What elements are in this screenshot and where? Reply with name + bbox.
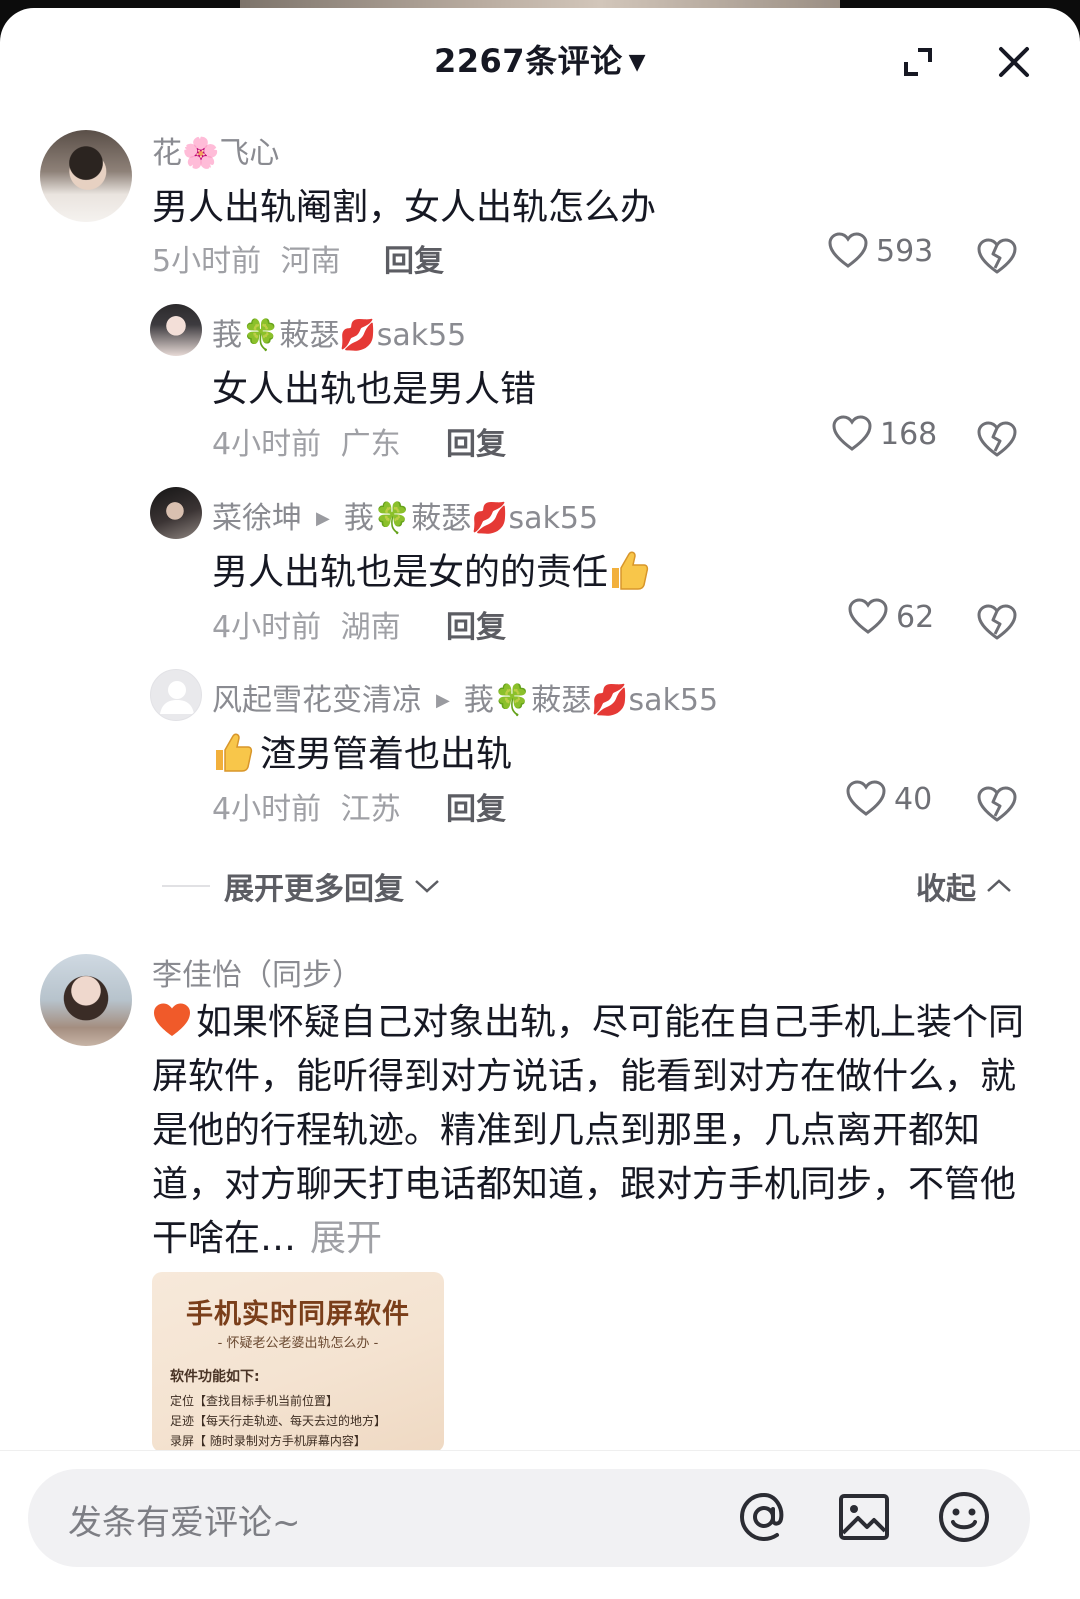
avatar[interactable] [150,487,202,539]
attachment-feature: 定位【查找目标手机当前位置】 [170,1394,339,1408]
image-icon[interactable] [834,1487,894,1547]
default-avatar-icon [160,681,194,714]
reply-username[interactable]: 莪🍀蓛瑟💋sak55 [212,310,466,354]
avatar[interactable] [40,130,132,222]
reply-time: 4小时前 [212,792,322,827]
like-count: 62 [896,599,935,635]
like-count: 40 [894,781,933,817]
comment-count-title: 2267条评论 [434,42,623,80]
comment-username[interactable]: 花🌸飞心 [152,128,279,172]
reply-text-line: 渣男管着也出轨 [212,725,512,777]
at-mention-icon[interactable] [734,1487,794,1547]
like-count: 168 [880,416,938,452]
expand-icon[interactable] [898,42,938,82]
comments-sheet: 2267条评论 ▼ 花🌸飞心 男人出轨阉割，女人出轨怎么办 5小时前 河南 回复 … [0,8,1080,1599]
expand-text-button[interactable]: 展开 [310,1218,382,1259]
red-heart-emoji-icon [154,1003,190,1036]
comment-text: 如果怀疑自己对象出轨，尽可能在自己手机上装个同屏软件，能听得到对方说话，能看到对… [152,1002,1025,1259]
heart-outline-icon [832,415,872,451]
reply-time: 4小时前 [212,427,322,462]
reply-location: 江苏 [340,792,401,827]
broken-heart-icon[interactable] [976,236,1018,276]
close-icon[interactable] [994,42,1034,82]
like-button[interactable]: 40 [846,780,932,818]
thumbs-up-emoji-icon [216,733,253,772]
comment-text: 男人出轨阉割，女人出轨怎么办 [152,187,657,228]
broken-heart-icon[interactable] [976,602,1018,642]
reply-meta: 4小时前 江苏 [212,784,401,828]
caret-down-icon: ▼ [628,50,646,75]
reply-button[interactable]: 回复 [446,602,506,646]
heart-outline-icon [848,598,888,634]
broken-heart-icon[interactable] [976,784,1018,824]
reply-arrow-icon: ▶ [436,690,450,711]
comment-text-block: 如果怀疑自己对象出轨，尽可能在自己手机上装个同屏软件，能听得到对方说话，能看到对… [152,996,1032,1266]
attachment-subtitle: - 怀疑老公老婆出轨怎么办 - [217,1336,379,1351]
reply-text-line: 男人出轨也是女的的责任 [212,543,650,595]
divider [162,885,210,887]
like-button[interactable]: 168 [832,415,937,453]
reply-button[interactable]: 回复 [446,419,506,463]
attachment-feature: 足迹【每天行走轨迹、每天去过的地方】 [170,1414,387,1428]
avatar[interactable] [40,954,132,1046]
comment-input-bar: 发条有爱评论~ [0,1450,1080,1599]
heart-outline-icon [828,232,868,268]
like-button[interactable]: 62 [848,598,934,636]
reply-meta: 4小时前 湖南 [212,602,401,646]
reply-meta: 4小时前 广东 [212,419,401,463]
like-count: 593 [876,233,934,269]
heart-outline-icon [846,780,886,816]
reply-button[interactable]: 回复 [446,784,506,828]
attachment-title: 手机实时同屏软件 [186,1299,410,1330]
reply-location: 广东 [340,427,401,462]
reply-button[interactable]: 回复 [384,236,444,280]
comment-username[interactable]: 李佳怡（同步） [152,950,362,994]
reply-to-username[interactable]: 莪🍀蓛瑟💋sak55 [464,683,718,718]
reply-username-line: 菜徐坤 ▶ 莪🍀蓛瑟💋sak55 [212,493,598,537]
avatar[interactable] [150,304,202,356]
reply-text: 女人出轨也是男人错 [212,369,537,410]
reply-username[interactable]: 风起雪花变清凉 [212,683,422,718]
attachment-feature: 录屏【 随时录制对方手机屏幕内容】 [170,1434,366,1448]
reply-to-username[interactable]: 莪🍀蓛瑟💋sak55 [344,501,598,536]
expand-more-replies-button[interactable]: 展开更多回复 [224,864,440,908]
collapse-button[interactable]: 收起 [916,864,1012,908]
comment-input-placeholder: 发条有爱评论~ [68,1503,301,1543]
reply-time: 4小时前 [212,610,322,645]
comment-meta: 5小时前 河南 [152,236,341,280]
thumbs-up-emoji-icon [612,551,649,590]
avatar[interactable] [150,669,202,721]
comment-location: 河南 [280,244,341,279]
expand-more-label: 展开更多回复 [224,872,404,907]
reply-username[interactable]: 菜徐坤 [212,501,302,536]
comments-header: 2267条评论 ▼ [0,8,1080,112]
reply-location: 湖南 [340,610,401,645]
comment-time: 5小时前 [152,244,262,279]
attachment-image[interactable]: 手机实时同屏软件 - 怀疑老公老婆出轨怎么办 - 软件功能如下: 定位【查找目标… [152,1272,444,1452]
emoji-face-icon[interactable] [934,1487,994,1547]
like-button[interactable]: 593 [828,232,933,270]
reply-text: 渣男管着也出轨 [260,734,513,775]
reply-arrow-icon: ▶ [316,508,330,529]
collapse-label: 收起 [916,872,976,907]
broken-heart-icon[interactable] [976,419,1018,459]
reply-text: 男人出轨也是女的的责任 [212,552,609,593]
reply-username-line: 风起雪花变清凉 ▶ 莪🍀蓛瑟💋sak55 [212,675,718,719]
chevron-up-icon [987,879,1011,892]
attachment-features-heading: 软件功能如下: [170,1369,260,1385]
comment-input[interactable]: 发条有爱评论~ [28,1469,1030,1567]
chevron-down-icon [415,880,439,893]
